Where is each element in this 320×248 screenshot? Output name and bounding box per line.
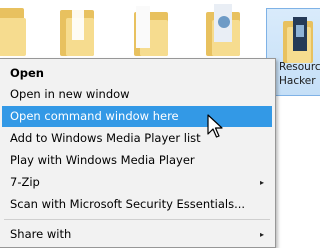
folder-strip: Resource Hacker [0,0,320,96]
folder-icon[interactable] [130,0,174,58]
menu-item-open-in-new-window[interactable]: Open in new window [2,84,272,105]
mouse-cursor-icon [207,114,223,144]
folder-icon[interactable] [200,0,246,58]
menu-item-add-to-wmp-list[interactable]: Add to Windows Media Player list [2,128,272,149]
folder-icon[interactable] [0,0,30,58]
submenu-arrow-icon: ▸ [259,178,264,187]
menu-item-scan-mse[interactable]: Scan with Microsoft Security Essentials.… [2,194,272,215]
menu-item-open[interactable]: Open [2,63,272,84]
selected-folder-label-line1: Resource [279,61,320,73]
menu-item-open-command-window-here[interactable]: Open command window here [2,106,272,127]
menu-item-7zip[interactable]: 7-Zip ▸ [2,172,272,193]
folder-icon[interactable] [56,0,100,58]
submenu-arrow-icon: ▸ [259,230,264,239]
menu-item-share-with[interactable]: Share with ▸ [2,224,272,245]
menu-separator [4,219,270,220]
selected-folder-label-line2: Hacker [279,75,316,87]
menu-item-play-with-wmp[interactable]: Play with Windows Media Player [2,150,272,171]
context-menu: Open Open in new window Open command win… [0,58,276,248]
